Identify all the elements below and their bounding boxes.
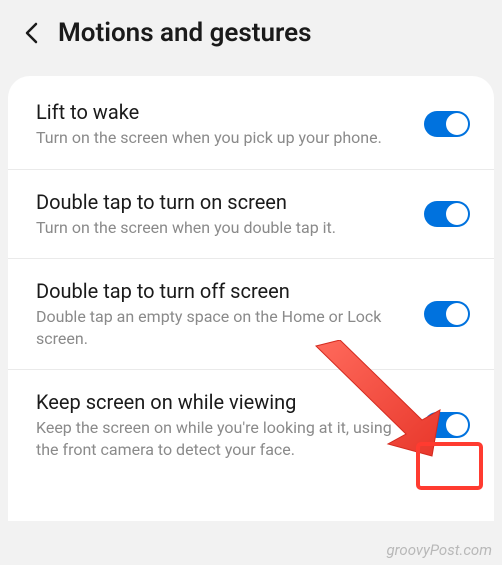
setting-text: Lift to wake Turn on the screen when you…	[36, 100, 408, 149]
double-tap-on-toggle[interactable]	[424, 201, 470, 227]
setting-text: Double tap to turn on screen Turn on the…	[36, 190, 408, 239]
setting-title: Double tap to turn off screen	[36, 279, 408, 303]
setting-double-tap-on[interactable]: Double tap to turn on screen Turn on the…	[8, 170, 494, 260]
header: Motions and gestures	[0, 0, 502, 68]
setting-desc: Turn on the screen when you pick up your…	[36, 127, 408, 149]
back-icon[interactable]	[24, 22, 38, 44]
setting-double-tap-off[interactable]: Double tap to turn off screen Double tap…	[8, 259, 494, 370]
setting-lift-to-wake[interactable]: Lift to wake Turn on the screen when you…	[8, 80, 494, 170]
watermark: groovyPost.com	[386, 541, 492, 559]
setting-desc: Double tap an empty space on the Home or…	[36, 306, 408, 349]
page-title: Motions and gestures	[58, 18, 311, 48]
keep-screen-on-toggle[interactable]	[424, 412, 470, 438]
setting-desc: Keep the screen on while you're looking …	[36, 417, 408, 460]
settings-card: Lift to wake Turn on the screen when you…	[8, 76, 494, 521]
setting-title: Double tap to turn on screen	[36, 190, 408, 214]
setting-title: Lift to wake	[36, 100, 408, 124]
double-tap-off-toggle[interactable]	[424, 301, 470, 327]
lift-to-wake-toggle[interactable]	[424, 111, 470, 137]
setting-title: Keep screen on while viewing	[36, 390, 408, 414]
setting-text: Keep screen on while viewing Keep the sc…	[36, 390, 408, 460]
setting-keep-screen-on[interactable]: Keep screen on while viewing Keep the sc…	[8, 370, 494, 480]
setting-text: Double tap to turn off screen Double tap…	[36, 279, 408, 349]
setting-desc: Turn on the screen when you double tap i…	[36, 217, 408, 239]
